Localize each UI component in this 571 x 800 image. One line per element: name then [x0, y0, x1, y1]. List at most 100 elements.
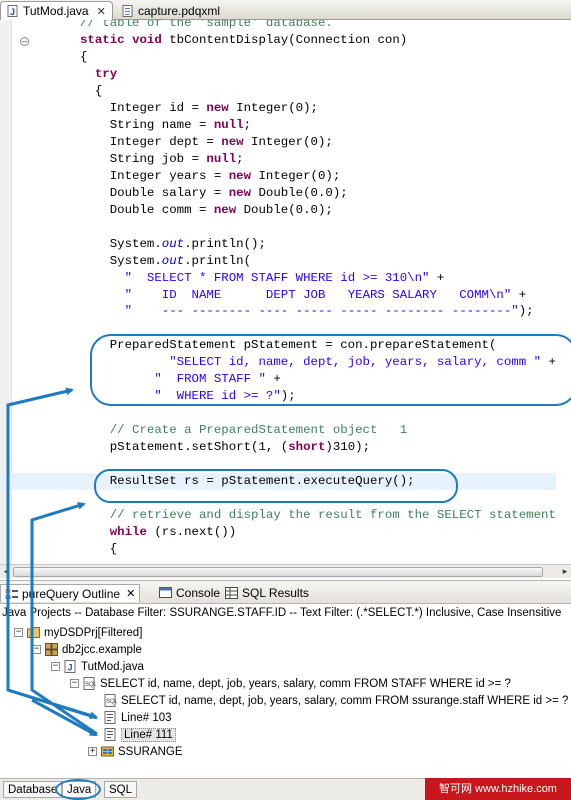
source-line-icon — [104, 711, 117, 724]
code-token: ResultSet rs = pStatement.executeQuery()… — [80, 474, 415, 489]
close-tab-icon[interactable]: ✕ — [97, 5, 106, 18]
code-line[interactable]: ResultSet rs = pStatement.executeQuery()… — [0, 473, 556, 491]
view-tab-bar: pureQuery Outline ✕ Console SQL Results — [0, 580, 571, 604]
tab-console[interactable]: Console — [155, 584, 224, 602]
scrollbar-thumb[interactable] — [13, 567, 543, 577]
tab-purequery-outline[interactable]: pureQuery Outline ✕ — [0, 584, 141, 602]
code-line[interactable] — [0, 405, 556, 422]
tree-node-sql-statement-qualified[interactable]: SQL SELECT id, name, dept, job, years, s… — [104, 692, 571, 709]
tree-node-sql-statement[interactable]: − SQL SELECT id, name, dept, job, years,… — [70, 675, 511, 692]
code-token: new — [213, 202, 237, 217]
tree-node-project[interactable]: − myDSDPrj[Filtered] — [14, 624, 142, 641]
package-icon — [45, 643, 58, 656]
code-line[interactable] — [0, 490, 556, 507]
code-line[interactable]: System.out.println(); — [0, 236, 556, 253]
code-token: null — [206, 151, 237, 166]
collapse-icon[interactable]: − — [70, 679, 79, 688]
purequery-outline-tree: − myDSDPrj[Filtered] − db2jcc.example − … — [0, 622, 571, 774]
tab-label: pureQuery Outline — [22, 586, 121, 601]
tree-node-line-103[interactable]: Line# 103 — [104, 709, 172, 726]
code-line[interactable]: " ID NAME DEPT JOB YEARS SALARY COMM\n" … — [0, 287, 556, 304]
collapse-icon[interactable]: − — [14, 628, 23, 637]
code-token: // Create a PreparedStatement object 1 — [109, 423, 408, 438]
code-line[interactable]: // Create a PreparedStatement object 1 — [0, 422, 556, 439]
code-token: Integer(0); — [228, 100, 318, 115]
expand-icon[interactable]: + — [88, 747, 97, 756]
code-line[interactable]: String name = null; — [0, 117, 556, 134]
code-token: ); — [280, 389, 296, 404]
tab-sql[interactable]: SQL — [104, 781, 138, 798]
code-line[interactable]: "SELECT id, name, dept, job, years, sala… — [0, 354, 556, 371]
code-token: " FROM STAFF " — [154, 372, 266, 387]
code-token: System. — [80, 236, 162, 251]
code-line[interactable]: while (rs.next()) — [0, 524, 556, 541]
code-token: { — [80, 83, 103, 98]
scroll-left-icon[interactable]: ◂ — [0, 566, 12, 578]
sql-statement-icon: SQL — [104, 694, 119, 707]
svg-text:SQL: SQL — [106, 699, 117, 705]
code-token: " WHERE id >= ?" — [154, 389, 281, 404]
close-tab-icon[interactable]: ✕ — [126, 587, 135, 600]
code-line[interactable]: " FROM STAFF " + — [0, 371, 556, 388]
code-line[interactable] — [0, 219, 556, 236]
tab-sql-results[interactable]: SQL Results — [221, 584, 313, 602]
code-line[interactable]: PreparedStatement pStatement = con.prepa… — [0, 337, 556, 354]
tree-node-label: myDSDPrj[Filtered] — [44, 626, 143, 639]
tab-capture-pdqxml[interactable]: capture.pdqxml — [116, 1, 226, 20]
code-line[interactable]: static void tbContentDisplay(Connection … — [0, 32, 556, 49]
tree-node-schema[interactable]: + SSURANGE — [88, 743, 183, 760]
code-token: PreparedStatement pStatement = con.prepa… — [80, 338, 497, 353]
code-line[interactable]: Integer id = new Integer(0); — [0, 100, 556, 117]
code-token: { — [80, 49, 88, 64]
code-line[interactable]: try — [0, 66, 556, 83]
code-line[interactable]: pStatement.setShort(1, (short)310); — [0, 439, 556, 456]
code-token: ; — [236, 151, 244, 166]
code-token: Double(0.0); — [251, 185, 348, 200]
code-token: .println(); — [184, 236, 266, 251]
code-token: tbContentDisplay(Connection con) — [161, 32, 408, 47]
code-line[interactable]: { — [0, 541, 556, 558]
code-line[interactable]: Integer dept = new Integer(0); — [0, 134, 556, 151]
code-line[interactable] — [0, 456, 556, 473]
code-token: Integer id = — [80, 100, 207, 115]
source-line-icon — [104, 728, 117, 741]
svg-text:J: J — [10, 7, 15, 17]
code-line[interactable]: " WHERE id >= ?"); — [0, 388, 556, 405]
collapse-icon[interactable]: − — [32, 645, 41, 654]
code-token: new — [228, 168, 252, 183]
code-line[interactable]: System.out.println( — [0, 253, 556, 270]
code-token: new — [228, 185, 252, 200]
code-line[interactable]: " SELECT * FROM STAFF WHERE id >= 310\n"… — [0, 270, 556, 287]
code-line[interactable]: // table of the 'sample' database. — [0, 20, 556, 32]
tree-node-label: SELECT id, name, dept, job, years, salar… — [100, 677, 511, 690]
fold-toggle-icon[interactable]: − — [20, 37, 29, 46]
tree-node-line-111[interactable]: Line# 111 — [104, 726, 176, 743]
code-line[interactable]: " --- -------- ---- ----- ----- --------… — [0, 303, 556, 320]
tree-node-java-file[interactable]: − J TutMod.java — [51, 658, 144, 675]
code-line[interactable] — [0, 320, 556, 337]
code-token: { — [80, 542, 118, 557]
code-line[interactable]: Double salary = new Double(0.0); — [0, 185, 556, 202]
code-line[interactable]: String job = null; — [0, 151, 556, 168]
code-text[interactable]: // table of the 'sample' database. static… — [0, 20, 556, 558]
scroll-right-icon[interactable]: ▸ — [559, 566, 571, 578]
java-tab-highlight-ring — [55, 779, 101, 800]
collapse-icon[interactable]: − — [51, 662, 60, 671]
code-line[interactable]: Integer years = new Integer(0); — [0, 168, 556, 185]
editor-horizontal-scrollbar[interactable]: ◂ ▸ — [0, 564, 571, 578]
xml-file-icon — [122, 4, 134, 17]
tree-node-package[interactable]: − db2jcc.example — [32, 641, 142, 658]
code-line[interactable]: // retrieve and display the result from … — [0, 507, 556, 524]
code-line[interactable]: { — [0, 83, 556, 100]
tab-database[interactable]: Database — [3, 781, 63, 798]
code-editor[interactable]: // table of the 'sample' database. static… — [0, 20, 571, 564]
tab-tutmod-java[interactable]: J TutMod.java ✕ — [0, 1, 113, 20]
code-line[interactable]: { — [0, 49, 556, 66]
code-token: Integer(0); — [251, 168, 341, 183]
code-line[interactable]: Double comm = new Double(0.0); — [0, 202, 556, 219]
